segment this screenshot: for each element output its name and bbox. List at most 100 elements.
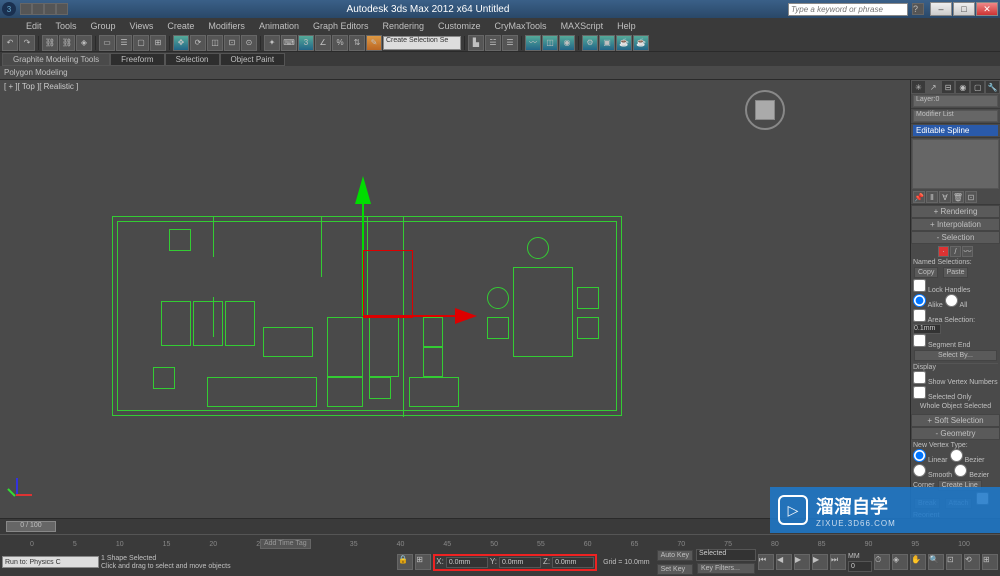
ref-coord-icon[interactable]: ⊡	[224, 35, 240, 51]
play-icon[interactable]: ▶	[794, 554, 810, 570]
select-by-button[interactable]: Select By...	[914, 350, 997, 361]
copy-button[interactable]: Copy	[914, 267, 938, 278]
menu-crymaxtools[interactable]: CryMaxTools	[489, 20, 553, 32]
menu-views[interactable]: Views	[124, 20, 160, 32]
edit-named-sel-icon[interactable]: ✎	[366, 35, 382, 51]
menu-maxscript[interactable]: MAXScript	[555, 20, 610, 32]
z-coord-input[interactable]	[552, 557, 594, 568]
pin-stack-icon[interactable]: 📌	[913, 191, 925, 203]
render-prod-icon[interactable]: ☕	[633, 35, 649, 51]
menu-graph-editors[interactable]: Graph Editors	[307, 20, 375, 32]
display-tab-icon[interactable]: ▢	[970, 80, 985, 94]
menu-edit[interactable]: Edit	[20, 20, 48, 32]
motion-tab-icon[interactable]: ◉	[955, 80, 970, 94]
snap-toggle-icon[interactable]: 3	[298, 35, 314, 51]
auto-key-button[interactable]: Auto Key	[657, 550, 693, 561]
zoom-extents-icon[interactable]: ⊡	[946, 554, 962, 570]
render-frame-icon[interactable]: ▣	[599, 35, 615, 51]
rollout-soft-sel[interactable]: + Soft Selection	[911, 414, 1000, 427]
render-icon[interactable]: ☕	[616, 35, 632, 51]
show-end-icon[interactable]: Ⅱ	[926, 191, 938, 203]
render-setup-icon[interactable]: ⚙	[582, 35, 598, 51]
utilities-tab-icon[interactable]: 🔧	[985, 80, 1000, 94]
menu-tools[interactable]: Tools	[50, 20, 83, 32]
redo-icon[interactable]: ↷	[19, 35, 35, 51]
mirror-icon[interactable]: ▙	[468, 35, 484, 51]
time-config-icon[interactable]: ⏱	[874, 554, 890, 570]
area-sel-checkbox[interactable]: Area Selection: 0.1mm	[913, 309, 998, 334]
help-search-input[interactable]	[788, 3, 908, 16]
undo-icon[interactable]: ↶	[2, 35, 18, 51]
help-icon[interactable]: ?	[912, 3, 924, 15]
menu-help[interactable]: Help	[611, 20, 642, 32]
rotate-icon[interactable]: ⟳	[190, 35, 206, 51]
qat-btn[interactable]	[56, 3, 68, 15]
window-crossing-icon[interactable]: ⊞	[150, 35, 166, 51]
unlink-icon[interactable]: ⛓	[59, 35, 75, 51]
isolate-icon[interactable]: ◈	[892, 554, 908, 570]
y-coord-input[interactable]	[499, 557, 541, 568]
viewport-label[interactable]: [ + ][ Top ][ Realistic ]	[4, 82, 78, 91]
current-frame-input[interactable]	[848, 561, 872, 572]
zoom-icon[interactable]: 🔍	[928, 554, 944, 570]
menu-animation[interactable]: Animation	[253, 20, 305, 32]
scale-icon[interactable]: ◫	[207, 35, 223, 51]
goto-end-icon[interactable]: ⏭	[830, 554, 846, 570]
unique-icon[interactable]: ∀	[939, 191, 951, 203]
x-coord-input[interactable]	[446, 557, 488, 568]
key-mode-dropdown[interactable]: Selected	[696, 549, 756, 561]
select-name-icon[interactable]: ☰	[116, 35, 132, 51]
align-icon[interactable]: ☱	[485, 35, 501, 51]
bind-icon[interactable]: ◈	[76, 35, 92, 51]
time-ruler[interactable]: 0 5 10 15 20 25 30 35 40 45 50 55 60 65 …	[0, 534, 1000, 548]
bezier-radio[interactable]: Bezier	[950, 457, 985, 464]
minimize-button[interactable]: –	[930, 2, 952, 16]
show-vn-checkbox[interactable]: Show Vertex Numbers	[913, 371, 998, 386]
lock-handles-checkbox[interactable]: Lock Handles	[913, 279, 998, 294]
modifier-stack-list[interactable]	[912, 139, 999, 189]
qat-btn[interactable]	[44, 3, 56, 15]
tab-freeform[interactable]: Freeform	[110, 53, 164, 66]
modifier-stack-item[interactable]: Editable Spline	[913, 125, 998, 136]
segment-subobj-icon[interactable]: /	[950, 246, 961, 257]
key-filters-button[interactable]: Key Filters...	[697, 563, 755, 574]
schematic-icon[interactable]: ◫	[542, 35, 558, 51]
curve-editor-icon[interactable]: 〰	[525, 35, 541, 51]
time-slider-handle[interactable]: 0 / 100	[6, 521, 56, 532]
paste-button[interactable]: Paste	[943, 267, 969, 278]
max-viewport-icon[interactable]: ⊞	[982, 554, 998, 570]
use-center-icon[interactable]: ⊙	[241, 35, 257, 51]
smooth-radio[interactable]: Smooth	[913, 472, 952, 479]
viewport[interactable]: [ + ][ Top ][ Realistic ]	[0, 80, 910, 518]
segment-end-checkbox[interactable]: Segment End	[913, 334, 998, 349]
prev-frame-icon[interactable]: ◀	[776, 554, 792, 570]
keyboard-icon[interactable]: ⌨	[281, 35, 297, 51]
qat-btn[interactable]	[20, 3, 32, 15]
menu-create[interactable]: Create	[161, 20, 200, 32]
rollout-geometry[interactable]: - Geometry	[911, 427, 1000, 440]
gizmo-x-arrow-icon[interactable]	[455, 308, 477, 324]
spline-subobj-icon[interactable]: 〰	[962, 246, 973, 257]
set-key-button[interactable]: Set Key	[657, 564, 693, 575]
modify-tab-icon[interactable]: ↗	[926, 80, 941, 94]
rollout-rendering[interactable]: + Rendering	[911, 205, 1000, 218]
create-tab-icon[interactable]: ✳	[911, 80, 926, 94]
linear-radio[interactable]: Linear	[913, 457, 947, 464]
app-icon[interactable]: 3	[2, 2, 16, 16]
close-button[interactable]: ✕	[976, 2, 998, 16]
qat-btn[interactable]	[32, 3, 44, 15]
material-editor-icon[interactable]: ◉	[559, 35, 575, 51]
maxscript-listener[interactable]	[2, 556, 99, 568]
manipulate-icon[interactable]: ✦	[264, 35, 280, 51]
next-frame-icon[interactable]: ▶	[812, 554, 828, 570]
percent-snap-icon[interactable]: %	[332, 35, 348, 51]
goto-start-icon[interactable]: ⏮	[758, 554, 774, 570]
rollout-interpolation[interactable]: + Interpolation	[911, 218, 1000, 231]
gizmo-y-arrow-icon[interactable]	[355, 176, 371, 204]
maximize-button[interactable]: □	[953, 2, 975, 16]
abs-rel-icon[interactable]: ⊞	[415, 554, 431, 570]
layer-field[interactable]: Layer:0	[913, 95, 998, 107]
orbit-icon[interactable]: ⟲	[964, 554, 980, 570]
add-time-tag[interactable]: Add Time Tag	[260, 539, 311, 549]
menu-rendering[interactable]: Rendering	[377, 20, 431, 32]
